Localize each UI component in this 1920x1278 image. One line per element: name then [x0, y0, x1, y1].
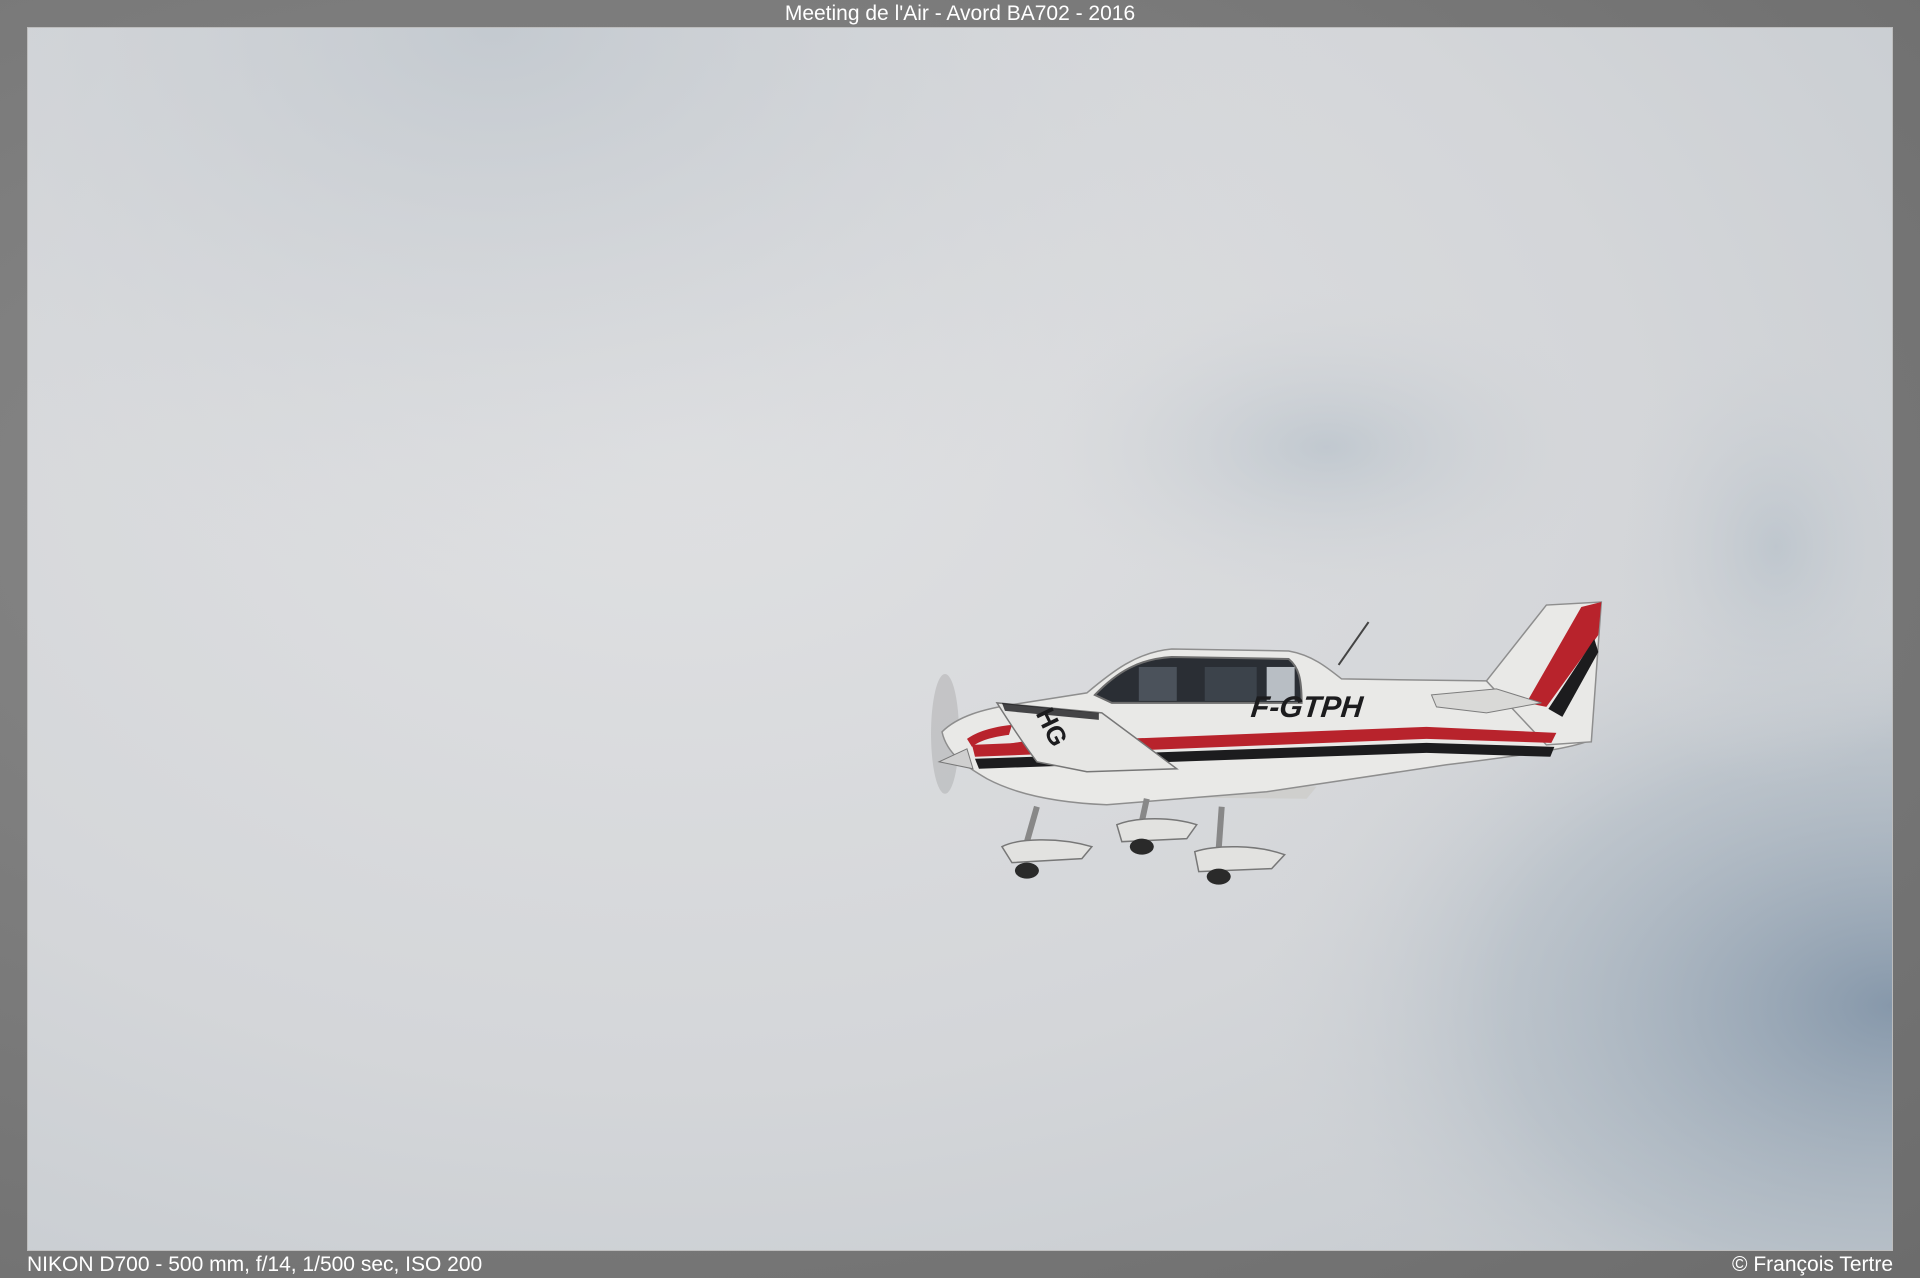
aircraft-registration: F-GTPH: [1249, 691, 1365, 724]
copyright-caption: © François Tertre: [1732, 1253, 1893, 1276]
photograph: F-GTPH HG: [27, 27, 1893, 1251]
exif-caption: NIKON D700 - 500 mm, f/14, 1/500 sec, IS…: [27, 1253, 483, 1276]
photo-scene: F-GTPH HG: [28, 28, 1892, 1250]
photo-title: Meeting de l'Air - Avord BA702 - 2016: [784, 2, 1136, 25]
